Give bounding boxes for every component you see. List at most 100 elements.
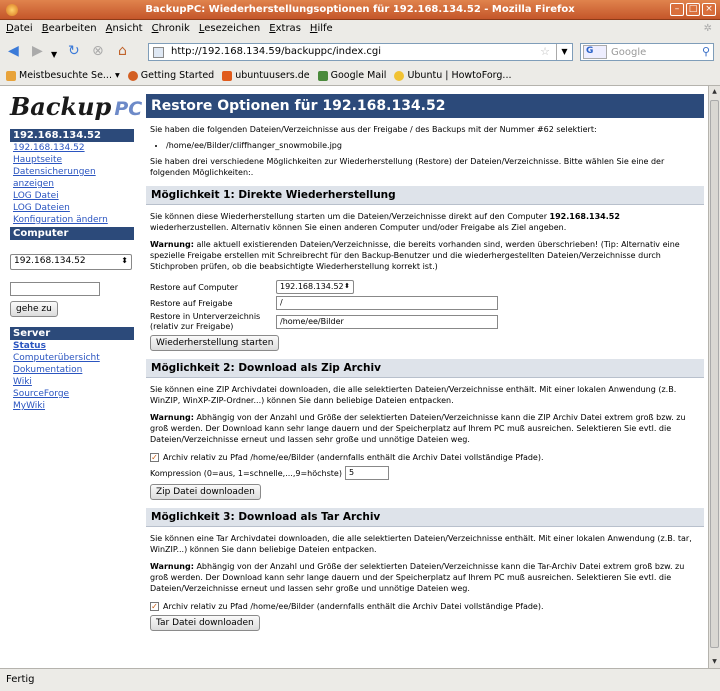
menu-datei[interactable]: Datei: [6, 23, 33, 35]
site-identity-icon[interactable]: [153, 47, 164, 58]
bookmark-star-icon[interactable]: ☆: [540, 45, 550, 58]
restore-share-label: Restore auf Freigabe: [150, 298, 233, 308]
server-header: Server: [10, 327, 134, 340]
google-mail-icon: [317, 70, 328, 81]
home-icon[interactable]: ⌂: [118, 44, 127, 58]
option2-warning: Warnung: Abhängig von der Anzahl und Grö…: [150, 413, 686, 444]
select-arrow-icon: ⬍: [121, 256, 128, 265]
option1-heading: Möglichkeit 1: Direkte Wiederherstellung: [146, 186, 704, 205]
host-search-input[interactable]: [10, 282, 100, 296]
lightbulb-icon: [394, 70, 405, 81]
intro-text: Sie haben die folgenden Dateien/Verzeich…: [150, 125, 597, 134]
sidebar: Backup PC 192.168.134.52 192.168.134.52 H…: [10, 86, 142, 412]
link-mywiki[interactable]: MyWiki: [10, 400, 134, 412]
vertical-scrollbar[interactable]: ▲ ▼: [708, 86, 720, 668]
host-header: 192.168.134.52: [10, 129, 134, 142]
menubar: Datei Bearbeiten Ansicht Chronik Lesezei…: [0, 20, 720, 38]
start-restore-button[interactable]: Wiederherstellung starten: [150, 335, 280, 351]
link-log-datei[interactable]: LOG Datei: [10, 190, 134, 202]
computer-header: Computer: [10, 227, 134, 240]
backuppc-logo[interactable]: Backup PC: [10, 86, 142, 128]
link-konfiguration[interactable]: Konfiguration ändern: [10, 214, 134, 226]
link-wiki[interactable]: Wiki: [10, 376, 134, 388]
bookmark-google-mail[interactable]: Google Mail: [317, 70, 386, 81]
main-content: Restore Optionen für 192.168.134.52 Sie …: [146, 86, 704, 631]
option3-description: Sie können eine Tar Archivdatei download…: [150, 534, 692, 554]
restore-computer-label: Restore auf Computer: [150, 282, 238, 292]
goto-button[interactable]: gehe zu: [10, 301, 58, 317]
reload-icon[interactable]: ↻: [68, 44, 80, 58]
link-status[interactable]: Status: [10, 340, 134, 352]
selected-file: /home/ee/Bilder/cliffhanger_snowmobile.j…: [166, 141, 704, 150]
tar-download-button[interactable]: Tar Datei downloaden: [150, 615, 260, 631]
select-arrow-icon: ⬍: [344, 282, 350, 290]
link-datensicherungen[interactable]: Datensicherungen anzeigen: [10, 166, 134, 190]
menu-hilfe[interactable]: Hilfe: [310, 23, 333, 35]
zip-relative-checkbox-row: ✓ Archiv relativ zu Pfad /home/ee/Bilder…: [150, 453, 544, 462]
compression-label: Kompression (0=aus, 1=schnelle,...,9=höc…: [150, 468, 342, 478]
zip-download-button[interactable]: Zip Datei downloaden: [150, 484, 261, 500]
compression-input[interactable]: 5: [344, 466, 389, 480]
option1-description: Sie können diese Wiederherstellung start…: [150, 212, 620, 232]
ubuntuusers-icon: [222, 70, 233, 81]
bookmark-getting-started[interactable]: Getting Started: [127, 70, 214, 81]
maximize-button[interactable]: □: [686, 3, 700, 16]
restore-dir-input[interactable]: /home/ee/Bilder: [276, 315, 498, 329]
search-placeholder: Google: [611, 47, 647, 58]
compression-row: Kompression (0=aus, 1=schnelle,...,9=höc…: [150, 466, 704, 480]
navigation-toolbar: ◀ ▶ ▼ ↻ ⊗ ⌂ http://192.168.134.59/backup…: [0, 38, 720, 66]
bookmark-ubuntuusers[interactable]: ubuntuusers.de: [222, 70, 310, 81]
menu-lesezeichen[interactable]: Lesezeichen: [199, 23, 260, 35]
menu-bearbeiten[interactable]: Bearbeiten: [42, 23, 97, 35]
scrollbar-thumb[interactable]: [710, 100, 719, 648]
window-title: BackupPC: Wiederherstellungsoptionen für…: [145, 4, 575, 15]
menu-chronik[interactable]: Chronik: [152, 23, 190, 35]
link-host-hauptseite[interactable]: 192.168.134.52 Hauptseite: [10, 142, 134, 166]
close-button[interactable]: ×: [702, 3, 716, 16]
link-log-dateien[interactable]: LOG Dateien: [10, 202, 134, 214]
option2-heading: Möglichkeit 2: Download als Zip Archiv: [146, 359, 704, 378]
menu-ansicht[interactable]: Ansicht: [106, 23, 143, 35]
forward-icon[interactable]: ▶: [32, 44, 43, 58]
zip-relative-checkbox[interactable]: ✓: [150, 453, 159, 462]
url-bar[interactable]: http://192.168.134.59/backuppc/index.cgi…: [148, 43, 573, 61]
search-engine-icon[interactable]: G: [583, 45, 607, 59]
restore-computer-select[interactable]: 192.168.134.52 ⬍: [276, 280, 354, 294]
page-title: Restore Optionen für 192.168.134.52: [146, 94, 704, 118]
option3-warning: Warnung: Abhängig von der Anzahl und Grö…: [150, 562, 685, 593]
search-icon[interactable]: ⚲: [702, 45, 710, 58]
link-computeruebersicht[interactable]: Computerübersicht: [10, 352, 134, 364]
status-bar: Fertig: [0, 668, 720, 691]
scroll-up-icon[interactable]: ▲: [709, 86, 720, 98]
restore-dir-label: Restore in Unterverzeichnis (relativ zur …: [150, 312, 261, 331]
search-box[interactable]: G Google ⚲: [580, 43, 714, 61]
firefox-icon: [127, 70, 138, 81]
option3-heading: Möglichkeit 3: Download als Tar Archiv: [146, 508, 704, 527]
scroll-down-icon[interactable]: ▼: [709, 656, 720, 668]
bookmark-meistbesuchte[interactable]: Meistbesuchte Se... ▾: [6, 70, 120, 81]
page-viewport: Backup PC 192.168.134.52 192.168.134.52 H…: [0, 86, 708, 668]
choice-text: Sie haben drei verschiedene Möglichkeite…: [150, 157, 665, 177]
tar-relative-checkbox[interactable]: ✓: [150, 602, 159, 611]
throbber-icon: ✲: [703, 23, 712, 34]
window-titlebar: BackupPC: Wiederherstellungsoptionen für…: [0, 0, 720, 20]
restore-share-input[interactable]: /: [276, 296, 498, 310]
menu-extras[interactable]: Extras: [269, 23, 301, 35]
stop-icon[interactable]: ⊗: [92, 44, 104, 58]
link-sourceforge[interactable]: SourceForge: [10, 388, 134, 400]
status-text: Fertig: [6, 674, 35, 685]
back-icon[interactable]: ◀: [8, 44, 19, 58]
option1-warning: Warnung: alle aktuell existierenden Date…: [150, 240, 680, 271]
history-dropdown-icon[interactable]: ▼: [51, 48, 57, 62]
url-text: http://192.168.134.59/backuppc/index.cgi: [171, 46, 382, 57]
tar-relative-checkbox-row: ✓ Archiv relativ zu Pfad /home/ee/Bilder…: [150, 602, 544, 611]
bookmark-howtoforge[interactable]: Ubuntu | HowtoForg...: [394, 70, 511, 81]
url-dropdown-icon[interactable]: ▼: [556, 44, 572, 60]
option2-description: Sie können eine ZIP Archivdatei download…: [150, 385, 677, 405]
link-dokumentation[interactable]: Dokumentation: [10, 364, 134, 376]
minimize-button[interactable]: –: [670, 3, 684, 16]
restore-form: Restore auf Computer 192.168.134.52 ⬍ Res…: [150, 279, 704, 351]
computer-select[interactable]: 192.168.134.52 ⬍: [10, 254, 132, 270]
folder-icon: [6, 70, 16, 81]
bookmarks-toolbar: Meistbesuchte Se... ▾ Getting Started ub…: [0, 66, 720, 86]
